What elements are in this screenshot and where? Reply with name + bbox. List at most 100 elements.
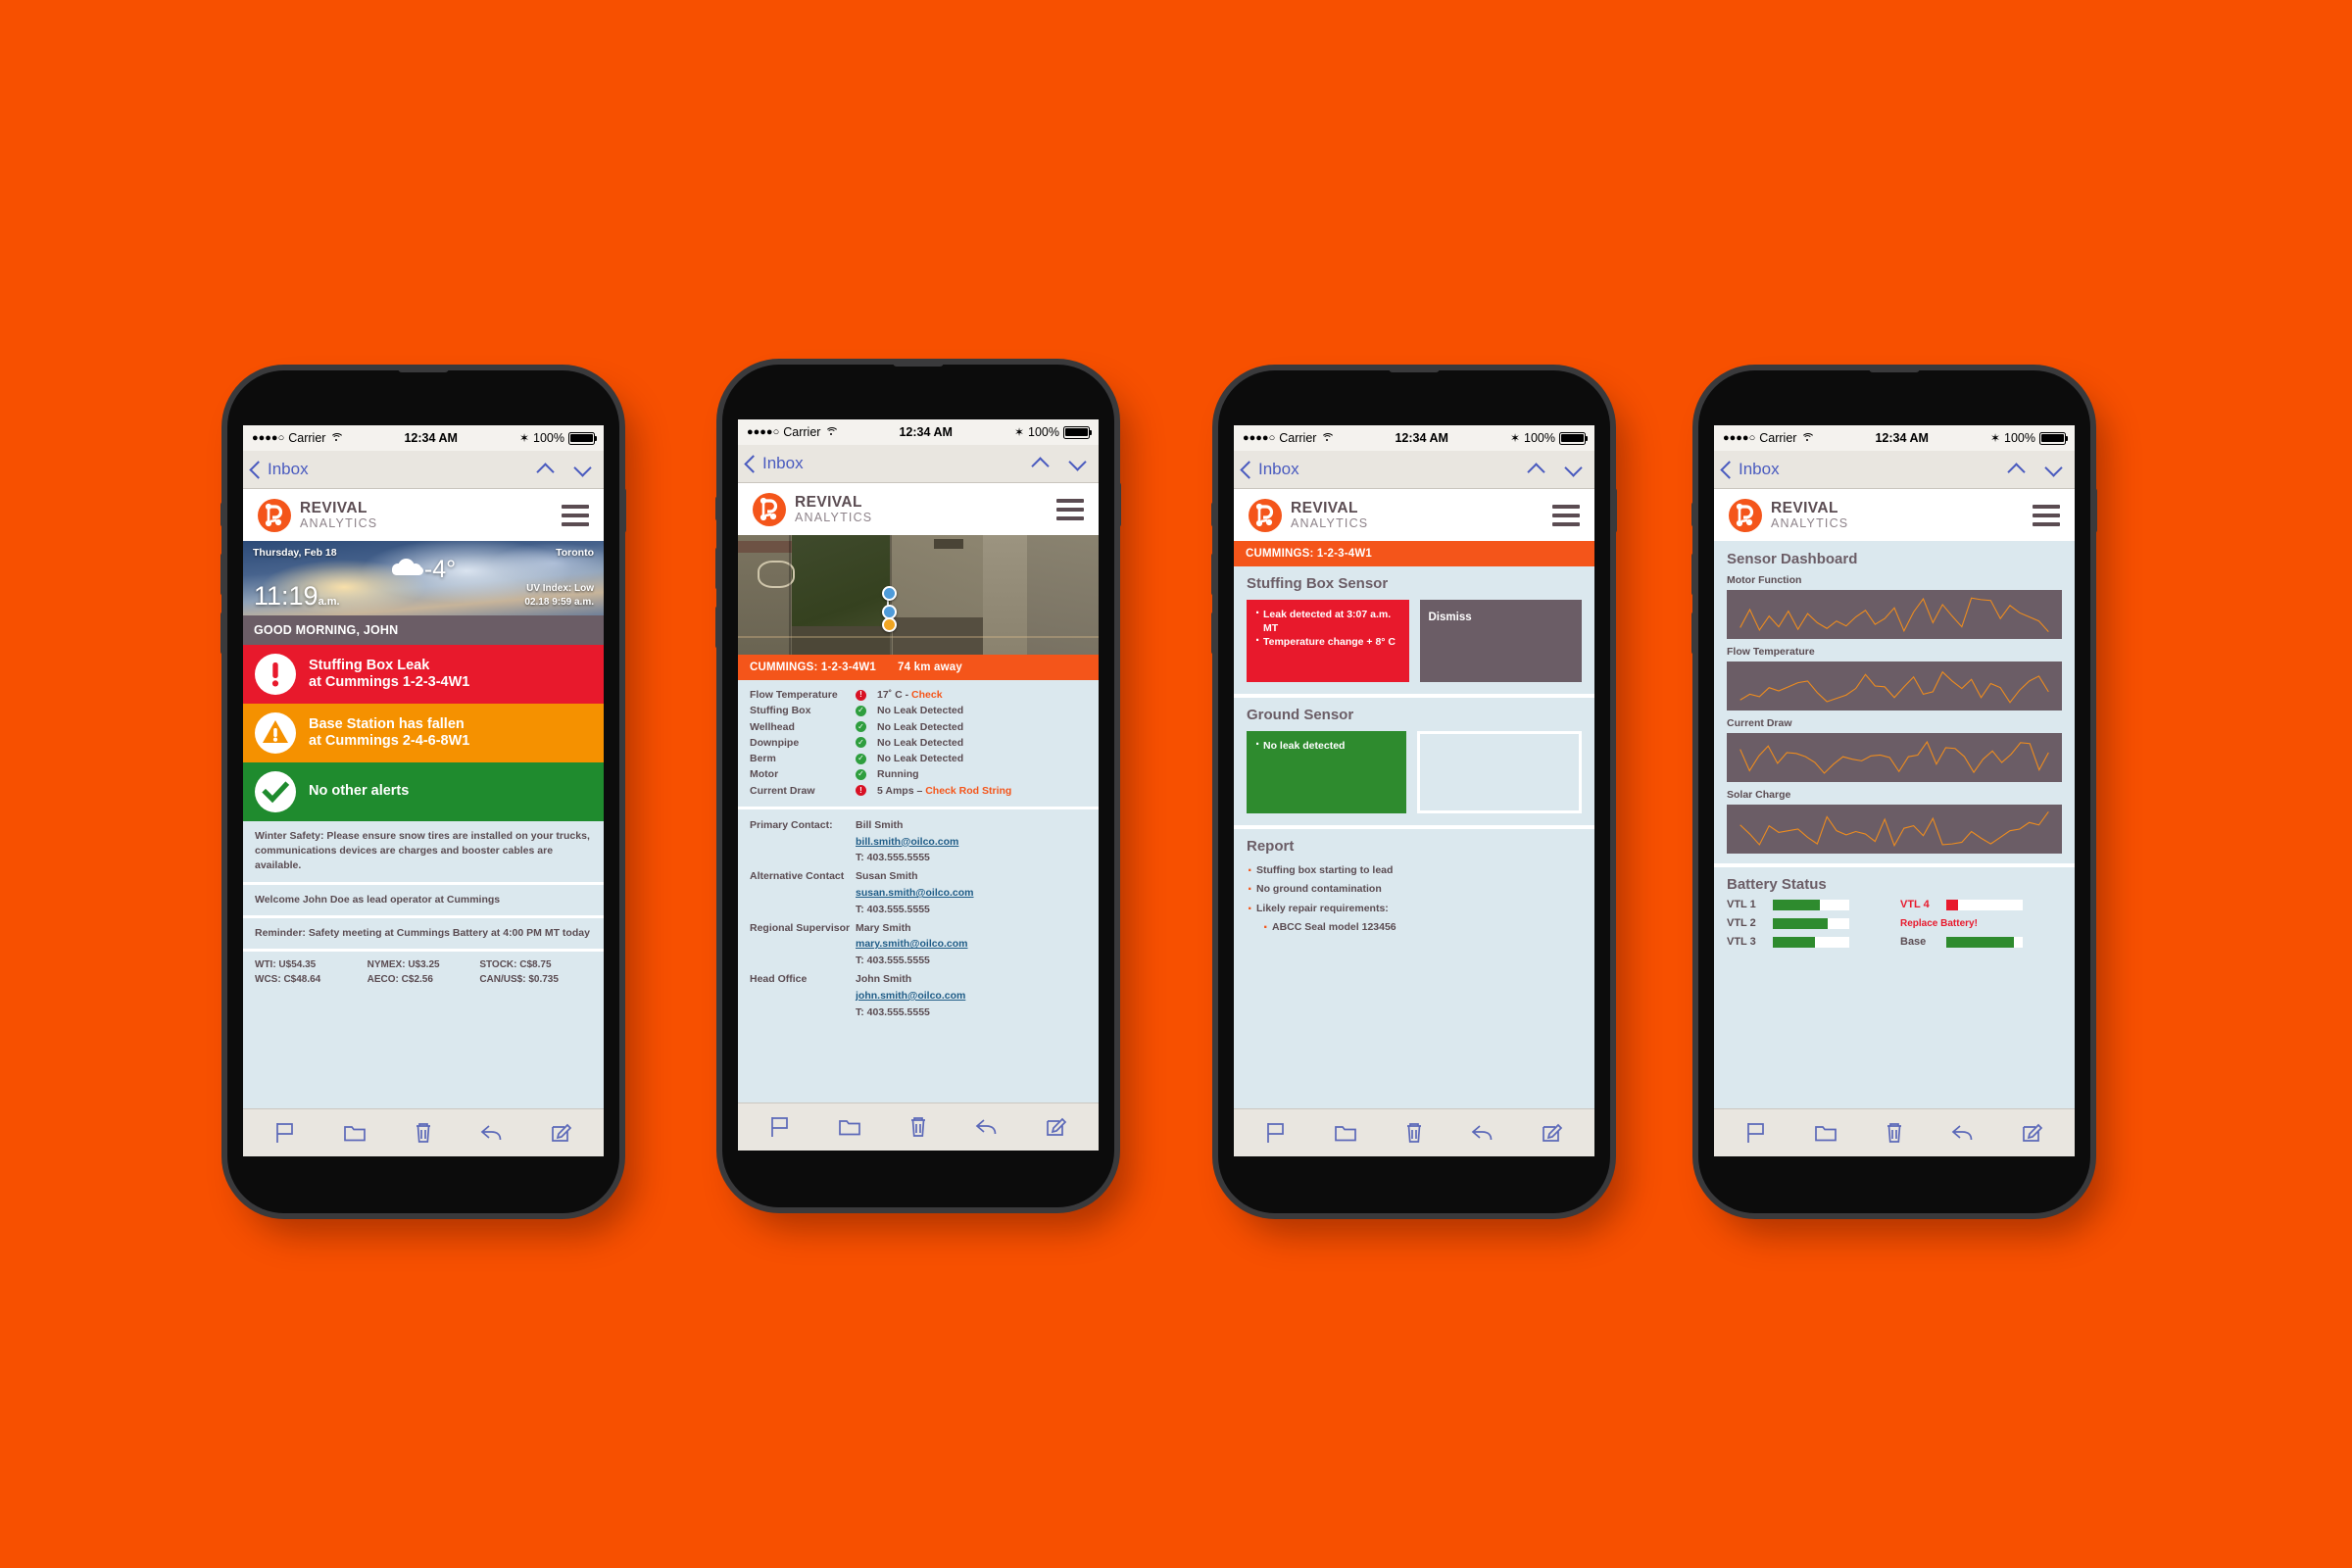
volume-up-button[interactable]: [1691, 553, 1698, 596]
chevron-down-icon[interactable]: [2046, 462, 2062, 477]
reply-icon[interactable]: [1950, 1120, 1976, 1146]
phone-2: ●●●●○ Carrier 12:34 AM ✶ 100% Inbox REVI…: [715, 359, 1121, 1207]
flag-icon[interactable]: [767, 1114, 793, 1140]
dismiss-button[interactable]: Dismiss: [1419, 600, 1582, 682]
brand-name: REVIVAL: [795, 494, 862, 511]
flag-icon[interactable]: [272, 1120, 298, 1146]
back-label: Inbox: [762, 454, 804, 472]
back-to-inbox-button[interactable]: Inbox: [1720, 460, 1780, 479]
volume-up-button[interactable]: [220, 553, 227, 596]
brand-wordmark: REVIVAL ANALYTICS: [1771, 501, 1848, 529]
site-map[interactable]: [738, 535, 1099, 655]
mail-toolbar: [1714, 1108, 2075, 1156]
power-button[interactable]: [2090, 488, 2097, 533]
chevron-left-icon: [1720, 460, 1739, 479]
list-item: Primary Contact: Bill Smith bill.smith@o…: [750, 817, 1087, 866]
contact-email-link[interactable]: bill.smith@oilco.com: [856, 834, 1087, 851]
folder-icon[interactable]: [1813, 1120, 1838, 1146]
folder-icon[interactable]: [837, 1114, 862, 1140]
reply-icon[interactable]: [1470, 1120, 1495, 1146]
reading-value: 17˚ C - Check: [877, 689, 943, 701]
folder-icon[interactable]: [1333, 1120, 1358, 1146]
mute-switch[interactable]: [715, 496, 722, 521]
compose-icon[interactable]: [1044, 1114, 1069, 1140]
battery-row: VTL 2: [1727, 917, 1888, 929]
map-pin-blue[interactable]: [882, 586, 897, 601]
hamburger-menu-icon[interactable]: [2033, 504, 2060, 526]
table-row: Stuffing Box ✓ No Leak Detected: [750, 703, 1087, 718]
reply-icon[interactable]: [479, 1120, 505, 1146]
table-row: Current Draw ! 5 Amps – Check Rod String: [750, 783, 1087, 799]
reading-value: No Leak Detected: [877, 736, 964, 749]
status-bar: ●●●●○ Carrier 12:34 AM ✶ 100%: [1714, 425, 2075, 451]
chevron-up-icon[interactable]: [2009, 462, 2025, 477]
compose-icon[interactable]: [549, 1120, 574, 1146]
back-to-inbox-button[interactable]: Inbox: [744, 454, 804, 473]
brand-subname: ANALYTICS: [1291, 515, 1369, 530]
compose-icon[interactable]: [2020, 1120, 2045, 1146]
status-tile-list: Leak detected at 3:07 a.m. MT Temperatur…: [1255, 606, 1400, 650]
check-dot-icon: ✓: [856, 721, 866, 733]
alert-row-ok[interactable]: No other alerts: [243, 762, 604, 821]
volume-up-button[interactable]: [715, 547, 722, 590]
battery-alert-row: Replace Battery!: [1900, 918, 2062, 929]
contact-email-link[interactable]: susan.smith@oilco.com: [856, 885, 1087, 902]
folder-icon[interactable]: [342, 1120, 368, 1146]
volume-up-button[interactable]: [1211, 553, 1218, 596]
weather-date: Thursday, Feb 18: [253, 547, 337, 559]
mute-switch[interactable]: [1691, 502, 1698, 527]
site-header-bar: CUMMINGS: 1-2-3-4W1 74 km away: [738, 655, 1099, 680]
flag-icon[interactable]: [1743, 1120, 1769, 1146]
back-to-inbox-button[interactable]: Inbox: [1240, 460, 1299, 479]
trash-icon[interactable]: [1401, 1120, 1427, 1146]
hamburger-menu-icon[interactable]: [1056, 498, 1084, 520]
back-label: Inbox: [1739, 460, 1780, 478]
hamburger-menu-icon[interactable]: [1552, 504, 1580, 526]
chevron-up-icon[interactable]: [1529, 462, 1544, 477]
trash-icon[interactable]: [1882, 1120, 1907, 1146]
trash-icon[interactable]: [906, 1114, 931, 1140]
map-divider: [738, 636, 1099, 638]
reading-warning: Check: [911, 689, 943, 701]
hamburger-menu-icon[interactable]: [562, 504, 589, 526]
alert-row-critical[interactable]: Stuffing Box Leak at Cummings 1-2-3-4W1: [243, 645, 604, 704]
reading-name: Motor: [750, 768, 779, 781]
chevron-up-icon[interactable]: [1033, 456, 1049, 471]
battery-gauge: [1773, 936, 1849, 948]
trash-icon[interactable]: [411, 1120, 436, 1146]
back-label: Inbox: [1258, 460, 1299, 478]
status-tile-critical: Leak detected at 3:07 a.m. MT Temperatur…: [1247, 600, 1409, 682]
mute-switch[interactable]: [1211, 502, 1218, 527]
volume-down-button[interactable]: [1211, 612, 1218, 655]
empty-action-tile[interactable]: [1416, 731, 1582, 813]
reading-name: Berm: [750, 753, 776, 765]
chevron-down-icon[interactable]: [1070, 456, 1086, 471]
brand-lockup: REVIVAL ANALYTICS: [1729, 498, 1848, 532]
contact-phone: T: 403.555.5555: [856, 852, 930, 864]
volume-down-button[interactable]: [715, 606, 722, 649]
battery-icon: [2039, 431, 2069, 445]
uv-index-timestamp: 02.18 9:59 a.m.: [524, 596, 594, 608]
map-field: [934, 539, 963, 549]
flag-icon[interactable]: [1263, 1120, 1289, 1146]
power-button[interactable]: [1114, 482, 1121, 527]
chevron-down-icon[interactable]: [575, 462, 591, 477]
reading-name: Wellhead: [750, 720, 795, 733]
contact-email-link[interactable]: mary.smith@oilco.com: [856, 936, 1087, 953]
alert-row-warning[interactable]: Base Station has fallen at Cummings 2-4-…: [243, 704, 604, 762]
volume-down-button[interactable]: [220, 612, 227, 655]
chevron-up-icon[interactable]: [538, 462, 554, 477]
back-to-inbox-button[interactable]: Inbox: [249, 460, 309, 479]
power-button[interactable]: [619, 488, 626, 533]
chevron-left-icon: [1240, 460, 1258, 479]
volume-down-button[interactable]: [1691, 612, 1698, 655]
chevron-down-icon[interactable]: [1566, 462, 1582, 477]
reply-icon[interactable]: [974, 1114, 1000, 1140]
compose-icon[interactable]: [1540, 1120, 1565, 1146]
power-button[interactable]: [1610, 488, 1617, 533]
contact-email-link[interactable]: john.smith@oilco.com: [856, 988, 1087, 1004]
mute-switch[interactable]: [220, 502, 227, 527]
map-pin-amber[interactable]: [882, 617, 897, 632]
panel-title: Stuffing Box Sensor: [1247, 575, 1389, 592]
brand-subname: ANALYTICS: [795, 510, 873, 524]
